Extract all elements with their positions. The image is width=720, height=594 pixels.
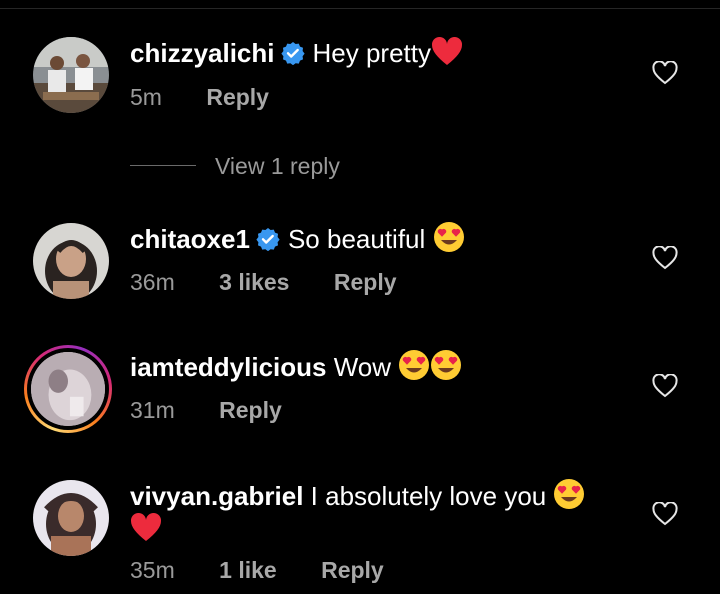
comment-text-row: vivyan.gabriel I absolutely love you [130, 478, 585, 513]
likes-count[interactable]: 3 likes [219, 269, 289, 296]
likes-count[interactable]: 1 like [219, 557, 277, 584]
avatar[interactable] [33, 37, 109, 113]
verified-badge-icon [256, 225, 280, 252]
top-divider [0, 8, 720, 9]
heart-outline-icon[interactable] [652, 60, 678, 85]
comment-time: 31m [130, 397, 175, 423]
red-heart-emoji [431, 36, 463, 66]
heart-outline-icon[interactable] [652, 501, 678, 526]
heart-eyes-emoji [553, 478, 585, 510]
reply-button[interactable]: Reply [334, 269, 397, 296]
comment-time: 5m [130, 84, 162, 110]
comment-body: I absolutely love you [310, 481, 547, 511]
comment-text-row-2 [130, 512, 162, 546]
heart-eyes-emoji [398, 349, 430, 381]
comment-time: 36m [130, 269, 175, 295]
reply-button[interactable]: Reply [219, 397, 282, 424]
comment-text-row: iamteddylicious Wow [130, 349, 462, 384]
comment-text-row: chizzyalichi Hey pretty [130, 36, 463, 70]
red-heart-emoji [130, 512, 162, 542]
comment-meta: 35m 1 like Reply [130, 557, 384, 584]
heart-outline-icon[interactable] [652, 245, 678, 270]
heart-outline-icon[interactable] [652, 373, 678, 398]
comment-meta: 31m Reply [130, 397, 282, 424]
reply-button[interactable]: Reply [206, 84, 269, 111]
verified-badge-icon [280, 39, 305, 66]
avatar [31, 352, 105, 426]
heart-eyes-emoji [433, 221, 465, 253]
comment-body: Wow [333, 352, 392, 382]
view-replies-button[interactable]: View 1 reply [215, 153, 340, 180]
comment-body: So beautiful [287, 224, 426, 254]
story-ring-avatar[interactable] [24, 345, 112, 433]
comment-username[interactable]: chizzyalichi [130, 38, 275, 68]
avatar[interactable] [33, 223, 109, 299]
comment-meta: 5m Reply [130, 84, 269, 111]
comment-meta: 36m 3 likes Reply [130, 269, 397, 296]
comment-text-row: chitaoxe1 So beautiful [130, 221, 465, 256]
comment-username[interactable]: vivyan.gabriel [130, 481, 303, 511]
comment-time: 35m [130, 557, 175, 583]
reply-button[interactable]: Reply [321, 557, 384, 584]
heart-eyes-emoji [430, 349, 462, 381]
comment-body: Hey pretty [312, 38, 432, 68]
comment-username[interactable]: chitaoxe1 [130, 224, 250, 254]
comment-username[interactable]: iamteddylicious [130, 352, 327, 382]
view-replies-line [130, 165, 196, 166]
avatar[interactable] [33, 480, 109, 556]
